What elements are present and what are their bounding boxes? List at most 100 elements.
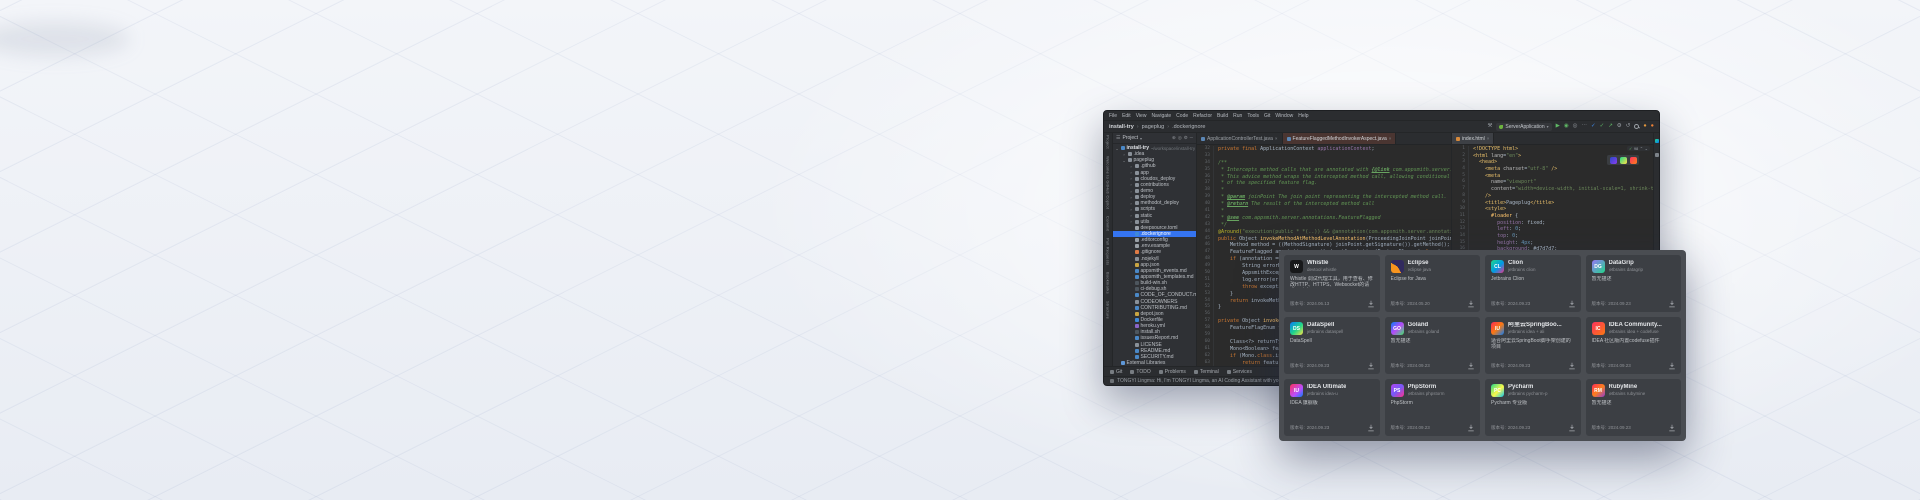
tool-window-stripe-button[interactable]: Project [1106, 135, 1111, 149]
menu-item[interactable]: File [1109, 113, 1117, 119]
search-icon[interactable] [1634, 124, 1639, 129]
menu-item[interactable]: Tools [1247, 113, 1259, 119]
app-title: DataSpell [1307, 322, 1343, 329]
git-update-icon[interactable]: ✓ [1591, 124, 1596, 130]
debug-icon[interactable]: ◉ [1564, 124, 1569, 130]
code-text: top: 0; [1469, 233, 1518, 240]
software-card[interactable]: IC IDEA Community... jetbrains idea + co… [1586, 317, 1682, 374]
software-card[interactable]: DG DataGrip jetbrains datagrip 暂无描述 版本号:… [1586, 255, 1682, 312]
run-icon[interactable]: ▶ [1556, 124, 1560, 130]
git-push-icon[interactable]: ↗ [1608, 124, 1613, 130]
check-icon: ✓ [1629, 146, 1632, 151]
tool-window-stripe-button[interactable]: Structure [1106, 301, 1111, 319]
run-config-selector[interactable]: ServerApplication ▾ [1496, 123, 1551, 131]
app-title: PhpStorm [1408, 384, 1445, 391]
download-button[interactable] [1668, 362, 1676, 370]
profile-dot-icon[interactable]: ● [1651, 124, 1654, 130]
menu-item[interactable]: Build [1217, 113, 1228, 119]
line-number: 33 [1197, 153, 1214, 160]
history-icon[interactable]: ↺ [1626, 124, 1631, 130]
menu-item[interactable]: Edit [1122, 113, 1131, 119]
notifications-icon[interactable] [1655, 167, 1659, 171]
menu-item[interactable]: Run [1233, 113, 1242, 119]
chevron-up-icon[interactable]: ⌃ [1640, 146, 1643, 151]
download-button[interactable] [1467, 424, 1475, 432]
menu-item[interactable]: Git [1264, 113, 1270, 119]
bottom-tool-button[interactable]: Services [1227, 369, 1252, 375]
chevron-down-icon[interactable]: ▾ [1140, 136, 1142, 141]
breadcrumb-item[interactable]: pageplug [1142, 124, 1165, 130]
software-card[interactable]: IU 阿里云SpringBoo... jetbrains idea + ali … [1485, 317, 1581, 374]
bottom-tool-button[interactable]: Problems [1159, 369, 1186, 375]
plugin-icon[interactable] [1610, 157, 1617, 164]
app-subtitle: eclipse java [1408, 267, 1432, 273]
software-card[interactable]: PS PhpStorm jetbrains phpstorm PhpStorm … [1385, 379, 1481, 436]
software-card[interactable]: RM RubyMine jetbrains rubymine 暂无描述 版本号:… [1586, 379, 1682, 436]
download-button[interactable] [1467, 300, 1475, 308]
app-logo-monogram: PC [1494, 388, 1501, 394]
chevron-down-icon[interactable]: ⌄ [1645, 146, 1648, 151]
menu-item[interactable]: Refactor [1193, 113, 1212, 119]
project-toolbar-icon[interactable]: ◎ [1178, 135, 1182, 141]
inspection-widget[interactable]: ✓ 98 ⌃ ⌄ [1627, 146, 1650, 151]
editor-tab[interactable]: ApplicationControllerTest.java × [1197, 133, 1283, 144]
download-button[interactable] [1568, 300, 1576, 308]
notification-dot-icon[interactable]: ● [1643, 124, 1646, 130]
bottom-tool-button[interactable]: Git [1110, 369, 1122, 375]
software-card[interactable]: DS DataSpell jetbrains dataspell DataSpe… [1284, 317, 1380, 374]
tool-window-stripe-button[interactable]: Bookmarks [1106, 272, 1111, 294]
download-icon [1367, 362, 1375, 370]
tool-window-stripe-button[interactable]: Commit [1106, 216, 1111, 231]
software-card[interactable]: IU IDEA Ultimate jetbrains idea-u IDEA 旗… [1284, 379, 1380, 436]
software-card[interactable]: Eclipse eclipse java Eclipse for Java 版本… [1385, 255, 1481, 312]
download-button[interactable] [1367, 362, 1375, 370]
software-card[interactable]: PC Pycharm jetbrains pycharm-p Pycharm 专… [1485, 379, 1581, 436]
menu-item[interactable]: Navigate [1151, 113, 1171, 119]
close-icon[interactable]: × [1275, 136, 1278, 141]
hamburger-icon[interactable]: ☰ [1116, 135, 1120, 141]
close-icon[interactable]: × [1487, 136, 1490, 141]
project-toolbar-icon[interactable]: ⊕ [1172, 135, 1176, 141]
breadcrumb-item[interactable]: .dockerignore [1172, 124, 1205, 130]
download-button[interactable] [1668, 424, 1676, 432]
code-line: 5 <meta [1452, 173, 1653, 180]
more-actions-icon[interactable]: ⋯ [1581, 124, 1587, 130]
project-toolbar-icon[interactable]: ─ [1190, 135, 1193, 141]
tool-window-stripe-button[interactable]: Welcome to GitHub Copilot [1106, 156, 1111, 209]
download-button[interactable] [1668, 300, 1676, 308]
download-button[interactable] [1568, 362, 1576, 370]
editor-tab[interactable]: index.html × [1452, 133, 1494, 144]
project-name[interactable]: install-try [1109, 124, 1134, 130]
app-logo-icon: PC [1491, 384, 1504, 397]
close-icon[interactable]: × [1389, 136, 1392, 141]
lingma-icon[interactable] [1655, 153, 1659, 157]
plugin-icon[interactable] [1620, 157, 1627, 164]
editor-tab[interactable]: FeatureFlaggedMethodInvokerAspect.java × [1283, 133, 1397, 144]
software-card[interactable]: CL Clion jetbrains clion Jetbrains Clion… [1485, 255, 1581, 312]
coverage-icon[interactable]: ◎ [1573, 124, 1578, 130]
download-button[interactable] [1367, 424, 1375, 432]
tree-item-label: scripts [1141, 206, 1155, 212]
software-card[interactable]: GO Goland jetbrains goland 暂无描述 版本号: 202… [1385, 317, 1481, 374]
git-commit-icon[interactable]: ✓ [1600, 124, 1605, 130]
software-card[interactable]: W Whistle devtool whistle Whistle 调试代理工具… [1284, 255, 1380, 312]
copilot-chat-icon[interactable] [1655, 139, 1659, 143]
bottom-tool-button[interactable]: TODO [1130, 369, 1150, 375]
download-button[interactable] [1367, 300, 1375, 308]
background-blob [0, 22, 130, 56]
plugin-icon[interactable] [1630, 157, 1637, 164]
bottom-tool-button[interactable]: Terminal [1194, 369, 1219, 375]
download-button[interactable] [1467, 362, 1475, 370]
menu-item[interactable]: Window [1275, 113, 1293, 119]
menu-item[interactable]: Help [1298, 113, 1308, 119]
app-logo-icon: CL [1491, 260, 1504, 273]
menu-item[interactable]: View [1136, 113, 1147, 119]
tool-window-stripe-button[interactable]: Pull Requests [1106, 238, 1111, 265]
build-hammer-icon[interactable]: ⚒ [1487, 124, 1492, 130]
card-header: CL Clion jetbrains clion [1491, 260, 1575, 273]
project-toolbar-icon[interactable]: ⚙ [1184, 135, 1188, 141]
download-button[interactable] [1568, 424, 1576, 432]
file-icon [1135, 207, 1140, 211]
settings-icon[interactable]: ⚙ [1617, 124, 1622, 130]
menu-item[interactable]: Code [1176, 113, 1188, 119]
